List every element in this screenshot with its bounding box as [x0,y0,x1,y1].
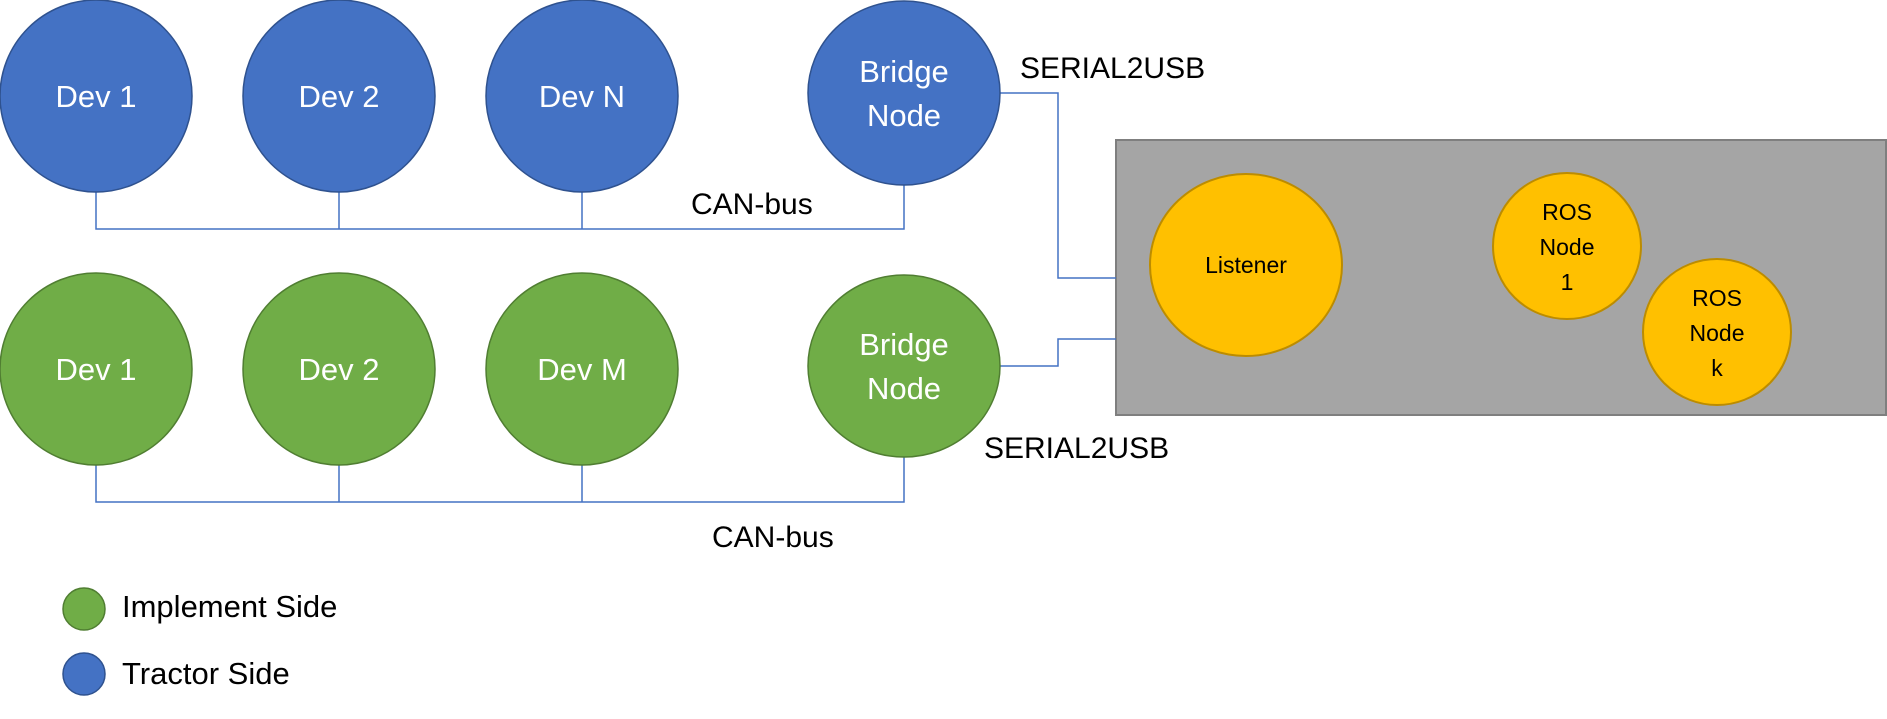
tractor-dev-1-label: Dev 1 [56,79,137,114]
implement-dev-m-label: Dev M [537,352,627,387]
ros-node-1-line1: ROS [1542,199,1592,225]
listener-node: Listener [1149,173,1343,357]
tractor-serial-link [1000,92,1116,279]
tractor-dev-2: Dev 2 [242,0,436,193]
ros-node-1-line3: 1 [1561,269,1574,295]
legend-item-tractor: Tractor Side [62,652,290,696]
implement-bridge-node: Bridge Node [807,274,1001,458]
listener-label: Listener [1205,252,1287,278]
implement-dev-1: Dev 1 [0,272,193,466]
implement-bridge-label-line2: Node [867,371,941,406]
tractor-dev-2-label: Dev 2 [299,79,380,114]
implement-serial-link [1000,338,1116,367]
tractor-bridge-circle [807,0,1001,186]
ros-node-1-line2: Node [1540,234,1595,260]
tractor-bridge-label-line2: Node [867,98,941,133]
implement-dev-1-label: Dev 1 [56,352,137,387]
architecture-diagram: Dev 1 Dev 2 Dev N Bridge Node Dev 1 Dev … [0,0,1887,696]
legend-tractor-swatch [62,652,106,696]
implement-serial2usb-label: SERIAL2USB [984,432,1169,465]
ros-node-k-line3: k [1711,355,1723,381]
implement-bridge-circle [807,274,1001,458]
legend: Implement Side Tractor Side [62,587,337,696]
ros-node-k-line1: ROS [1692,285,1742,311]
tractor-can-bus-label: CAN-bus [691,188,813,221]
tractor-dev-n-label: Dev N [539,79,625,114]
ros-node-1: ROS Node 1 [1492,172,1642,320]
implement-can-bus-label: CAN-bus [712,521,834,554]
tractor-dev-n: Dev N [485,0,679,193]
tractor-bridge-node: Bridge Node [807,0,1001,186]
implement-dev-m: Dev M [485,272,679,466]
legend-implement-label: Implement Side [122,589,337,624]
tractor-dev-1: Dev 1 [0,0,193,193]
tractor-serial2usb-label: SERIAL2USB [1020,52,1205,85]
implement-bridge-label-line1: Bridge [859,327,949,362]
ros-node-k-line2: Node [1690,320,1745,346]
implement-dev-2: Dev 2 [242,272,436,466]
legend-item-implement: Implement Side [62,587,337,631]
tractor-bridge-label-line1: Bridge [859,54,949,89]
legend-tractor-label: Tractor Side [122,656,290,691]
legend-implement-swatch [62,587,106,631]
ros-node-k: ROS Node k [1642,258,1792,406]
implement-can-bus-line [95,457,905,503]
implement-dev-2-label: Dev 2 [299,352,380,387]
